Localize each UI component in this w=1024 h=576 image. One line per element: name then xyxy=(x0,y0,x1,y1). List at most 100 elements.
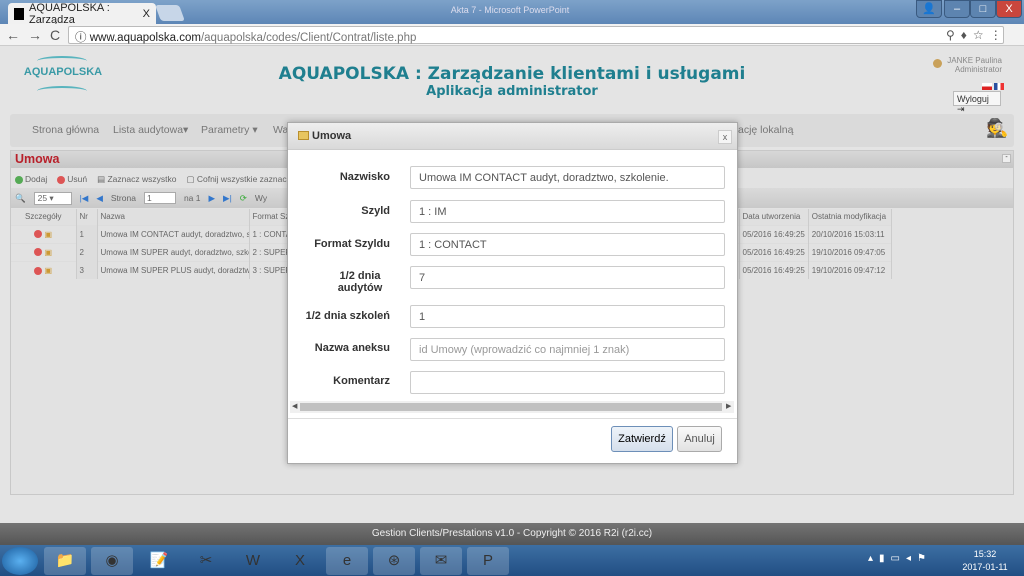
powerpoint-icon[interactable]: P xyxy=(467,547,509,575)
page-input[interactable]: 1 xyxy=(143,192,176,204)
extension-icon[interactable]: ♦ xyxy=(961,28,973,42)
edit-row-icon[interactable]: ▣ xyxy=(44,230,52,239)
ie-icon[interactable]: e xyxy=(326,547,368,575)
scroll-right-icon[interactable]: ▶ xyxy=(726,402,731,410)
delete-row-icon[interactable] xyxy=(34,266,43,275)
next-page-icon[interactable]: ▶ xyxy=(208,193,215,204)
window-title: Akta 7 - Microsoft PowerPoint xyxy=(450,5,570,15)
close-window-button[interactable]: X xyxy=(996,0,1022,18)
confirm-button[interactable]: Zatwierdź xyxy=(611,426,673,452)
flag-pl-icon[interactable] xyxy=(982,83,992,90)
collapse-button[interactable]: - xyxy=(1002,154,1011,163)
first-page-icon[interactable]: |◀ xyxy=(80,193,89,204)
user-role: Administrator xyxy=(954,65,1002,74)
dialog-close-button[interactable]: x xyxy=(718,130,732,144)
tray-arrow-icon[interactable]: ▴ xyxy=(868,553,879,564)
url-input[interactable]: ⓘ www.aquapolska.com/aquapolska/codes/Cl… xyxy=(68,26,1004,44)
cell-created: 05/2016 16:49:25 xyxy=(739,260,809,279)
col-created[interactable]: Data utworzenia xyxy=(739,209,809,225)
explorer-icon[interactable]: 📁 xyxy=(44,547,86,575)
excel-icon[interactable]: X xyxy=(279,547,321,575)
label-audits: 1/2 dnia audytów xyxy=(337,270,383,294)
user-icon[interactable]: 👤 xyxy=(916,0,942,18)
refresh-icon[interactable]: ⟳ xyxy=(240,193,247,204)
cell-modified: 20/10/2016 15:03:11 xyxy=(808,224,892,243)
szyld-input[interactable] xyxy=(410,200,725,223)
prev-page-icon[interactable]: ◀ xyxy=(96,193,103,204)
volume-icon[interactable]: ◂ xyxy=(906,553,917,564)
audits-input[interactable] xyxy=(410,266,725,289)
edit-row-icon[interactable]: ▣ xyxy=(44,248,52,257)
cell-modified: 19/10/2016 09:47:05 xyxy=(808,242,892,261)
col-nr[interactable]: Nr xyxy=(76,209,98,225)
nazwisko-input[interactable] xyxy=(410,166,725,189)
add-label: Dodaj xyxy=(25,174,48,184)
spy-icon[interactable]: 🕵 xyxy=(986,118,1008,139)
outlook-icon[interactable]: ✉ xyxy=(420,547,462,575)
col-modified[interactable]: Ostatnia modyfikacja xyxy=(808,209,892,225)
scrollbar-thumb[interactable] xyxy=(300,403,722,411)
deselect-all-button[interactable]: ▢ Cofnij wszystkie zaznaczen xyxy=(186,174,300,185)
delete-row-icon[interactable] xyxy=(34,248,43,257)
label-annex: Nazwa aneksu xyxy=(314,342,390,354)
forward-icon[interactable]: → xyxy=(28,27,50,43)
network-icon[interactable]: ▭ xyxy=(891,553,906,564)
back-icon[interactable]: ← xyxy=(6,27,28,43)
tray-device-icon[interactable]: ▮ xyxy=(879,553,891,564)
menu-item-local[interactable]: ację lokalną xyxy=(738,124,793,136)
page-size-select[interactable]: 25 ▾ xyxy=(33,191,72,205)
last-page-icon[interactable]: ▶| xyxy=(223,193,232,204)
col-details[interactable]: Szczegóły xyxy=(11,209,77,225)
url-path: /aquapolska/codes/Client/Contrat/liste.p… xyxy=(200,32,417,44)
page-subtitle: Aplikacja administrator xyxy=(426,84,598,99)
add-icon xyxy=(15,175,23,184)
select-all-button[interactable]: ▤ Zaznacz wszystko xyxy=(97,174,176,185)
flag-icon[interactable]: ⚑ xyxy=(917,553,932,564)
chrome-icon[interactable]: ◉ xyxy=(91,547,133,575)
edit-row-icon[interactable]: ▣ xyxy=(44,266,52,275)
star-icon[interactable]: ☆ xyxy=(973,28,990,42)
cell-nr: 1 xyxy=(76,224,98,243)
app-icon[interactable]: ⊛ xyxy=(373,547,415,575)
tab-close-button[interactable]: X xyxy=(143,8,150,20)
info-icon: ⓘ xyxy=(75,32,90,44)
menu-item-audit-list[interactable]: Lista audytowa▾ xyxy=(113,124,188,136)
search-icon[interactable]: 🔍 xyxy=(15,193,26,204)
dialog-title: Umowa xyxy=(288,123,737,150)
menu-item-parameters[interactable]: Parametry ▾ xyxy=(201,124,258,136)
annex-input[interactable] xyxy=(410,338,725,361)
notepad-icon[interactable]: 📝 xyxy=(138,547,180,575)
word-icon[interactable]: W xyxy=(232,547,274,575)
favicon-icon xyxy=(14,7,25,20)
menu-item-home[interactable]: Strona główna xyxy=(32,124,99,136)
format-szyldu-input[interactable] xyxy=(410,233,725,256)
cell-nr: 3 xyxy=(76,260,98,279)
start-button[interactable] xyxy=(2,547,38,575)
maximize-button[interactable]: □ xyxy=(970,0,996,18)
cancel-button[interactable]: Anuluj xyxy=(677,426,722,452)
reload-icon[interactable]: C xyxy=(50,27,68,43)
add-button[interactable]: Dodaj xyxy=(15,174,47,184)
dialog-icon xyxy=(298,131,309,140)
logout-button[interactable]: Wyloguj ⇥ xyxy=(953,91,1001,114)
scroll-left-icon[interactable]: ◀ xyxy=(292,402,297,410)
zoom-icon[interactable]: ⚲ xyxy=(946,28,961,42)
col-name[interactable]: Nazwa xyxy=(97,209,250,225)
cell-name: Umowa IM CONTACT audyt, doradztwo, sz xyxy=(97,224,250,243)
flag-fr-icon[interactable] xyxy=(994,83,1004,90)
minimize-button[interactable]: – xyxy=(944,0,970,18)
delete-row-icon[interactable] xyxy=(34,230,43,239)
logo[interactable]: AQUAPOLSKA xyxy=(22,54,104,96)
trainings-input[interactable] xyxy=(410,305,725,328)
delete-button[interactable]: Usuń xyxy=(57,174,87,184)
snipping-tool-icon[interactable]: ✂ xyxy=(185,547,227,575)
browser-tab[interactable]: AQUAPOLSKA : Zarządza X xyxy=(8,1,156,26)
menu-icon[interactable]: ⋮ xyxy=(990,28,1008,42)
cell-nr: 2 xyxy=(76,242,98,261)
cell-name: Umowa IM SUPER audyt, doradztwo, szko xyxy=(97,242,250,261)
comment-input[interactable] xyxy=(410,371,725,394)
system-tray[interactable]: ▴▮▭◂⚑ xyxy=(868,553,932,564)
clock[interactable]: 15:32 2017-01-11 xyxy=(955,548,1015,574)
tab-title: AQUAPOLSKA : Zarządza xyxy=(29,1,110,26)
nav-buttons[interactable]: ←→C xyxy=(6,27,68,43)
